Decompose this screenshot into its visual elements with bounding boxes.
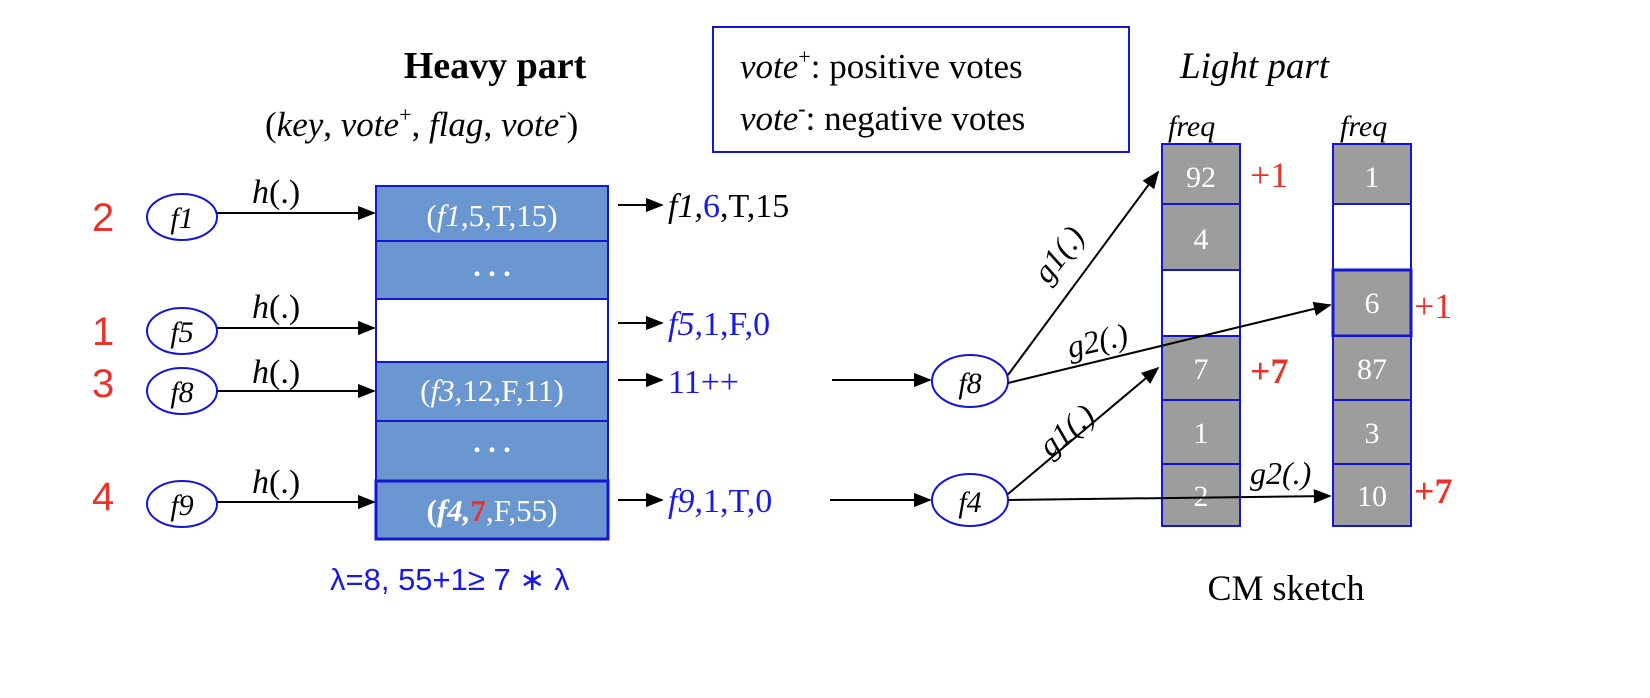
cm-col1-cell-2 bbox=[1161, 269, 1241, 337]
flow-label-f8: f8 bbox=[170, 376, 193, 409]
cm-col1-value-5: 2 bbox=[1194, 480, 1209, 513]
flow-label-f1: f1 bbox=[170, 202, 193, 235]
heavy-cell-1: (f1,5,T,15) bbox=[426, 198, 557, 233]
cm-col2-value-0: 1 bbox=[1365, 161, 1380, 194]
hash-label-f1: h(.) bbox=[252, 174, 300, 211]
cm-col1-value-3: 7 bbox=[1194, 353, 1209, 386]
diagram-canvas: Heavy part (key, vote+, flag, vote-) vot… bbox=[92, 26, 1453, 608]
cm-col1-value-1: 4 bbox=[1194, 223, 1209, 256]
light-part-title: Light part bbox=[1179, 46, 1331, 87]
result-f5: f5,1,F,0 bbox=[668, 306, 770, 343]
heavy-cell-2-dots: . . . bbox=[473, 250, 511, 283]
step-number-3: 3 bbox=[92, 362, 114, 406]
heavy-cell-4: (f3,12,F,11) bbox=[420, 373, 564, 408]
g2-label-f8: g2(.) bbox=[1063, 316, 1131, 365]
freq-label-col2: freq bbox=[1340, 110, 1387, 143]
flow-label-f9: f9 bbox=[170, 489, 193, 522]
result-f1: f1,6,T,15 bbox=[668, 188, 789, 225]
hash-label-f5: h(.) bbox=[252, 289, 300, 326]
cm-col1-value-4: 1 bbox=[1194, 417, 1209, 450]
cm-col2-value-2: 6 bbox=[1365, 287, 1380, 320]
cm-col1-mark-0: +1 bbox=[1250, 155, 1288, 195]
cm-col1-value-0: 92 bbox=[1186, 161, 1216, 194]
step-number-2: 2 bbox=[92, 196, 114, 240]
legend-positive: vote+: positive votes bbox=[740, 44, 1023, 86]
light-flow-label-f4: f4 bbox=[958, 486, 981, 519]
g2-label-f4: g2(.) bbox=[1250, 455, 1311, 491]
step-number-1: 1 bbox=[92, 310, 114, 354]
cm-sketch-caption: CM sketch bbox=[1208, 568, 1365, 608]
result-f9: f9,1,T,0 bbox=[668, 483, 772, 520]
heavy-table bbox=[374, 185, 610, 541]
cm-column-2 bbox=[1331, 143, 1413, 527]
cm-col2-mark-2: +1 bbox=[1414, 286, 1452, 326]
cm-col2-cell-1 bbox=[1332, 203, 1412, 271]
g1-label-f4: g1(.) bbox=[1031, 396, 1101, 463]
hash-label-f9: h(.) bbox=[252, 464, 300, 501]
result-f3-increment: 11++ bbox=[668, 364, 739, 401]
freq-label-col1: freq bbox=[1168, 110, 1215, 143]
hash-label-f8: h(.) bbox=[252, 354, 300, 391]
cm-col1-mark-3: +7 bbox=[1250, 351, 1289, 391]
heavy-cell-5-dots: . . . bbox=[473, 426, 511, 459]
step-number-4: 4 bbox=[92, 475, 114, 519]
heavy-part-title: Heavy part bbox=[404, 45, 587, 87]
lambda-condition: λ=8, 55+1≥ 7 ∗ λ bbox=[330, 562, 570, 597]
legend-negative: vote-: negative votes bbox=[740, 96, 1025, 138]
heavy-bucket-3 bbox=[375, 298, 609, 363]
heavy-cell-6: (f4,7,F,55) bbox=[427, 493, 558, 528]
heavy-part-fields: (key, vote+, flag, vote-) bbox=[265, 102, 578, 144]
g1-label-f8: g1(.) bbox=[1025, 219, 1091, 289]
cm-col2-value-4: 3 bbox=[1365, 417, 1380, 450]
cm-col2-value-5: 10 bbox=[1357, 480, 1387, 513]
cm-col2-value-3: 87 bbox=[1357, 353, 1387, 386]
light-flow-label-f8: f8 bbox=[958, 367, 981, 400]
cm-col2-mark-5: +7 bbox=[1414, 471, 1453, 511]
flow-label-f5: f5 bbox=[170, 316, 193, 349]
cm-column-1 bbox=[1161, 143, 1241, 527]
